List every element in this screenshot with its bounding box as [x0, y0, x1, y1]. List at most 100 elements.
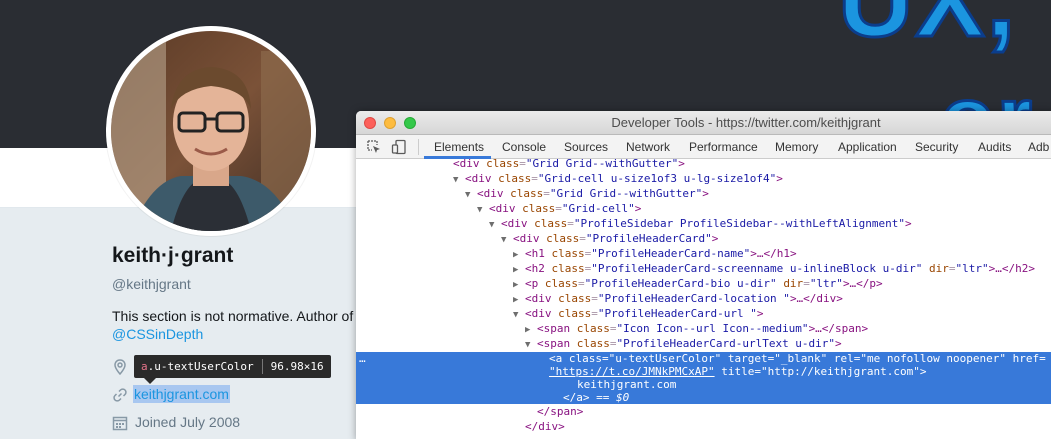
dom-tag: <h2: [525, 262, 552, 275]
elements-panel: <div class="Grid Grid--withGutter"> ▼ <di…: [356, 157, 1051, 439]
dom-href-link[interactable]: "https://t.co/JMNkPMCxAP": [549, 365, 715, 378]
dom-text-node: keithjgrant.com: [577, 378, 677, 391]
collapse-arrow-icon[interactable]: ▼: [489, 218, 501, 232]
collapse-arrow-icon[interactable]: ▼: [513, 308, 525, 322]
selected-node-line: "https://t.co/JMNkPMCxAP" title="http://…: [549, 365, 927, 378]
dom-attr-value: "ProfileHeaderCard-bio u-dir": [584, 277, 777, 290]
node-actions-icon[interactable]: …: [359, 352, 366, 365]
tab-application[interactable]: Application: [838, 135, 897, 159]
collapse-arrow-icon[interactable]: ▼: [465, 188, 477, 202]
dom-node[interactable]: ▼ <span class="ProfileHeaderCard-urlText …: [356, 337, 1051, 351]
selected-dom-node[interactable]: <a class="u-textUserColor" target="_blan…: [356, 352, 1051, 404]
inspect-element-tooltip: a .u-textUserColor 96.98×16: [134, 355, 331, 378]
dom-tag-close: >: [678, 157, 685, 170]
dom-node[interactable]: </span>: [356, 405, 1051, 419]
tab-security[interactable]: Security: [915, 135, 958, 159]
dom-node[interactable]: ▼ <div class="ProfileHeaderCard-url ">: [356, 307, 1051, 321]
dom-tag: <span: [537, 322, 577, 335]
dom-attr-value: "Grid-cell": [561, 202, 635, 215]
devtools-window-title: Developer Tools - https://twitter.com/ke…: [611, 115, 881, 130]
expand-arrow-icon[interactable]: ▶: [525, 323, 537, 337]
dom-attr-value: "Icon Icon--url Icon--medium": [616, 322, 809, 335]
tab-network[interactable]: Network: [626, 135, 670, 159]
dom-attr-name: class: [558, 307, 592, 320]
expand-arrow-icon[interactable]: ▶: [513, 293, 525, 307]
dom-attr-value: "Grid Grid--withGutter": [525, 157, 679, 170]
dom-attr-name: class: [486, 157, 520, 170]
profile-handle[interactable]: @keithjgrant: [112, 276, 191, 292]
collapse-arrow-icon[interactable]: ▼: [453, 173, 465, 187]
expand-arrow-icon[interactable]: ▶: [513, 248, 525, 262]
dom-node[interactable]: ▼ <div class="Grid-cell">: [356, 202, 1051, 216]
avatar[interactable]: [106, 26, 316, 236]
dom-tag-close: >…</h2>: [988, 262, 1035, 275]
dom-attr-value: "ProfileHeaderCard-screenname u-inlineBl…: [591, 262, 923, 275]
profile-bio: This section is not normative. Author of: [112, 308, 354, 324]
dom-attr-value: "me nofollow noopener": [860, 352, 1007, 365]
dom-tag: <div: [513, 232, 547, 245]
tab-adblock[interactable]: Adb: [1028, 135, 1049, 159]
tab-console[interactable]: Console: [502, 135, 546, 159]
dom-tag-close: >: [776, 172, 783, 185]
tab-audits[interactable]: Audits: [978, 135, 1011, 159]
tab-performance[interactable]: Performance: [689, 135, 758, 159]
devtools-tabbar: Elements Console Sources Network Perform…: [356, 135, 1051, 159]
dom-node[interactable]: </div>: [356, 420, 1051, 434]
inspect-element-icon[interactable]: [366, 139, 382, 155]
devtools-titlebar[interactable]: Developer Tools - https://twitter.com/ke…: [356, 111, 1051, 135]
dom-node[interactable]: ▼ <div class="ProfileSidebar ProfileSideb…: [356, 217, 1051, 231]
dom-node[interactable]: ▶ <div class="ProfileHeaderCard-location …: [356, 292, 1051, 306]
dom-attr-name: class: [551, 247, 585, 260]
dom-tag: <h1: [525, 247, 552, 260]
dom-tag: <span: [537, 337, 577, 350]
dom-attr-name: class: [534, 217, 568, 230]
dom-tag-close: >: [756, 307, 764, 320]
profile-url-link[interactable]: keithjgrant.com: [133, 385, 230, 403]
dom-attr-name: href=: [1012, 352, 1046, 365]
device-toolbar-icon[interactable]: [391, 139, 407, 155]
dom-node[interactable]: ▶ <h2 class="ProfileHeaderCard-screenname…: [356, 262, 1051, 276]
tooltip-class: .u-textUserColor: [147, 360, 254, 373]
banner-text-large: UX,: [836, 0, 1018, 61]
dom-node[interactable]: ▼ <div class="Grid Grid--withGutter">: [356, 187, 1051, 201]
dom-node[interactable]: ▼ <div class="ProfileHeaderCard">: [356, 232, 1051, 246]
tooltip-size: 96.98×16: [270, 360, 324, 373]
expand-arrow-icon[interactable]: ▶: [513, 278, 525, 292]
dom-attr-value: "ProfileHeaderCard-name": [591, 247, 751, 260]
dom-tag: <div: [477, 187, 511, 200]
expand-arrow-icon[interactable]: ▶: [513, 263, 525, 277]
dom-attr-name: class: [544, 277, 578, 290]
tab-sources[interactable]: Sources: [564, 135, 608, 159]
dom-tag-close: >: [905, 217, 912, 230]
dom-attr-name: class: [576, 322, 610, 335]
collapse-arrow-icon[interactable]: ▼: [525, 338, 537, 352]
dom-tag-close: >: [711, 232, 719, 245]
dom-node[interactable]: <div class="Grid Grid--withGutter">: [356, 157, 1051, 171]
dom-attr-name: rel: [833, 352, 854, 365]
dom-node[interactable]: ▼ <div class="Grid-cell u-size1of3 u-lg-s…: [356, 172, 1051, 186]
dom-attr-value: "ProfileHeaderCard": [585, 232, 712, 245]
dom-node[interactable]: ▶ <span class="Icon Icon--url Icon--mediu…: [356, 322, 1051, 336]
dom-attr-name: class: [576, 337, 610, 350]
dom-attr-name: class: [568, 352, 602, 365]
dom-tag: <div: [501, 217, 535, 230]
dom-node[interactable]: ▶ <p class="ProfileHeaderCard-bio u-dir" …: [356, 277, 1051, 291]
dom-attr-value: "ProfileSidebar ProfileSidebar--withLeft…: [573, 217, 906, 230]
dom-attr-value: "ProfileHeaderCard-urlText u-dir": [616, 337, 836, 350]
dom-attr-name: class: [510, 187, 544, 200]
profile-name[interactable]: keith·j·grant: [112, 244, 233, 268]
dom-tag: <div: [465, 172, 499, 185]
join-date-text: Joined July 2008: [135, 414, 241, 430]
dom-attr-value: "ltr": [955, 262, 989, 275]
collapse-arrow-icon[interactable]: ▼: [477, 203, 489, 217]
dom-attr-value: "ProfileHeaderCard-location ": [597, 292, 790, 305]
bio-mention-link[interactable]: @CSSinDepth: [112, 326, 203, 342]
dom-tag-close: >…</span>: [808, 322, 869, 335]
dom-tag-close: >: [702, 187, 709, 200]
tab-memory[interactable]: Memory: [775, 135, 818, 159]
dom-attr-value: "Grid Grid--withGutter": [549, 187, 703, 200]
collapse-arrow-icon[interactable]: ▼: [501, 233, 513, 247]
dom-attr-value: "Grid-cell u-size1of3 u-lg-size1of4": [537, 172, 777, 185]
dom-node[interactable]: ▶ <h1 class="ProfileHeaderCard-name">…</h…: [356, 247, 1051, 261]
devtools-window: Developer Tools - https://twitter.com/ke…: [356, 111, 1051, 439]
